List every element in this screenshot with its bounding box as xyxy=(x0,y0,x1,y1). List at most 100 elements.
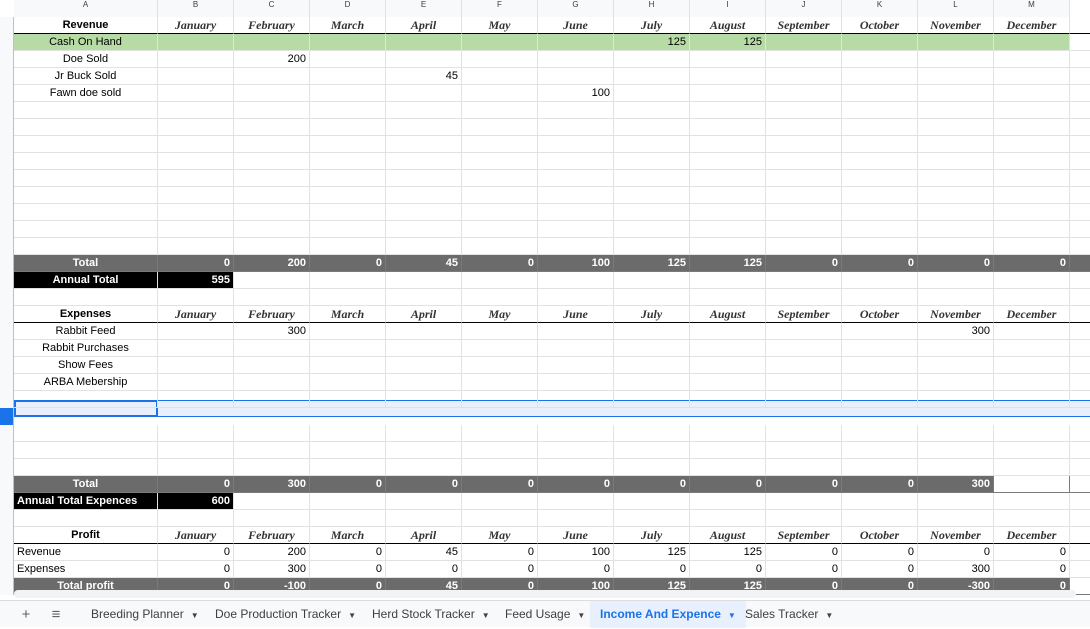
empty-cell[interactable] xyxy=(234,187,310,204)
total-value[interactable]: 0 xyxy=(310,476,386,493)
value-cell[interactable] xyxy=(538,374,614,391)
month-header-june[interactable]: June xyxy=(538,17,614,34)
empty-cell[interactable] xyxy=(158,459,234,476)
empty-cell[interactable] xyxy=(690,102,766,119)
month-header-april[interactable]: April xyxy=(386,306,462,323)
annual-total-label[interactable]: Annual Total xyxy=(14,272,158,289)
empty-cell[interactable] xyxy=(158,170,234,187)
month-header-april[interactable]: April xyxy=(386,17,462,34)
value-cell[interactable] xyxy=(766,51,842,68)
month-header-may[interactable]: May xyxy=(462,527,538,544)
empty-cell[interactable] xyxy=(842,459,918,476)
month-header-june[interactable]: June xyxy=(538,527,614,544)
empty-cell[interactable] xyxy=(158,187,234,204)
row-header[interactable] xyxy=(0,17,14,34)
empty-cell[interactable] xyxy=(462,102,538,119)
value-cell[interactable]: 0 xyxy=(766,544,842,561)
value-cell[interactable]: 0 xyxy=(994,544,1070,561)
empty-cell[interactable] xyxy=(842,136,918,153)
empty-cell[interactable] xyxy=(918,136,994,153)
row-header[interactable] xyxy=(0,170,14,187)
annual-total-expences-label[interactable]: Annual Total Expences xyxy=(14,493,158,510)
value-cell[interactable] xyxy=(158,340,234,357)
cell[interactable] xyxy=(1070,357,1090,374)
value-cell[interactable] xyxy=(842,357,918,374)
value-cell[interactable] xyxy=(158,34,234,51)
row-label[interactable]: Cash On Hand xyxy=(14,34,158,51)
row-header[interactable] xyxy=(0,51,14,68)
empty-cell[interactable] xyxy=(994,136,1070,153)
value-cell[interactable] xyxy=(234,68,310,85)
cell[interactable] xyxy=(1070,459,1090,476)
row-header[interactable] xyxy=(0,561,14,578)
row-header[interactable] xyxy=(0,85,14,102)
empty-cell[interactable] xyxy=(842,170,918,187)
empty-cell[interactable] xyxy=(14,442,158,459)
row-header[interactable] xyxy=(0,306,14,323)
month-header-march[interactable]: March xyxy=(310,17,386,34)
empty-cell[interactable] xyxy=(614,187,690,204)
value-cell[interactable]: 45 xyxy=(386,68,462,85)
value-cell[interactable] xyxy=(842,323,918,340)
empty-cell[interactable] xyxy=(538,153,614,170)
month-header-december[interactable]: December xyxy=(994,306,1070,323)
horizontal-scrollbar[interactable] xyxy=(14,590,1076,598)
value-cell[interactable] xyxy=(918,34,994,51)
empty-cell[interactable] xyxy=(766,187,842,204)
value-cell[interactable]: 300 xyxy=(918,561,994,578)
value-cell[interactable] xyxy=(158,323,234,340)
row-header[interactable] xyxy=(0,323,14,340)
empty-cell[interactable] xyxy=(234,391,310,408)
cell[interactable] xyxy=(1070,272,1090,289)
value-cell[interactable] xyxy=(462,340,538,357)
empty-cell[interactable] xyxy=(462,136,538,153)
empty-cell[interactable] xyxy=(690,238,766,255)
empty-cell[interactable] xyxy=(158,510,234,527)
empty-cell[interactable] xyxy=(310,391,386,408)
empty-cell[interactable] xyxy=(14,391,158,408)
empty-cell[interactable] xyxy=(234,442,310,459)
empty-cell[interactable] xyxy=(690,204,766,221)
empty-cell[interactable] xyxy=(538,391,614,408)
month-header-december[interactable]: December xyxy=(994,527,1070,544)
empty-cell[interactable] xyxy=(158,119,234,136)
row-header[interactable] xyxy=(0,187,14,204)
value-cell[interactable] xyxy=(234,85,310,102)
chevron-down-icon[interactable]: ▼ xyxy=(191,611,199,620)
value-cell[interactable] xyxy=(386,357,462,374)
value-cell[interactable] xyxy=(538,340,614,357)
value-cell[interactable]: 0 xyxy=(614,561,690,578)
empty-cell[interactable] xyxy=(994,391,1070,408)
empty-cell[interactable] xyxy=(538,170,614,187)
value-cell[interactable] xyxy=(918,357,994,374)
empty-cell[interactable] xyxy=(614,221,690,238)
month-header-march[interactable]: March xyxy=(310,527,386,544)
empty-cell[interactable] xyxy=(690,459,766,476)
empty-cell[interactable] xyxy=(614,204,690,221)
value-cell[interactable]: 0 xyxy=(310,561,386,578)
cell[interactable] xyxy=(1070,136,1090,153)
empty-cell[interactable] xyxy=(310,119,386,136)
month-header-november[interactable]: November xyxy=(918,306,994,323)
empty-cell[interactable] xyxy=(994,204,1070,221)
profit-header[interactable]: Profit xyxy=(14,527,158,544)
empty-cell[interactable] xyxy=(690,493,766,510)
value-cell[interactable]: 45 xyxy=(386,544,462,561)
empty-cell[interactable] xyxy=(462,238,538,255)
value-cell[interactable]: 100 xyxy=(538,544,614,561)
empty-cell[interactable] xyxy=(842,493,918,510)
empty-cell[interactable] xyxy=(918,119,994,136)
column-header-d[interactable]: D xyxy=(310,0,386,17)
empty-cell[interactable] xyxy=(14,119,158,136)
empty-cell[interactable] xyxy=(158,102,234,119)
value-cell[interactable] xyxy=(690,357,766,374)
cell[interactable] xyxy=(1070,170,1090,187)
empty-cell[interactable] xyxy=(234,153,310,170)
value-cell[interactable] xyxy=(690,85,766,102)
row-header[interactable] xyxy=(0,374,14,391)
empty-cell[interactable] xyxy=(386,136,462,153)
empty-cell[interactable] xyxy=(310,272,386,289)
row-header[interactable] xyxy=(0,459,14,476)
cell[interactable] xyxy=(1070,561,1090,578)
value-cell[interactable]: 0 xyxy=(462,544,538,561)
